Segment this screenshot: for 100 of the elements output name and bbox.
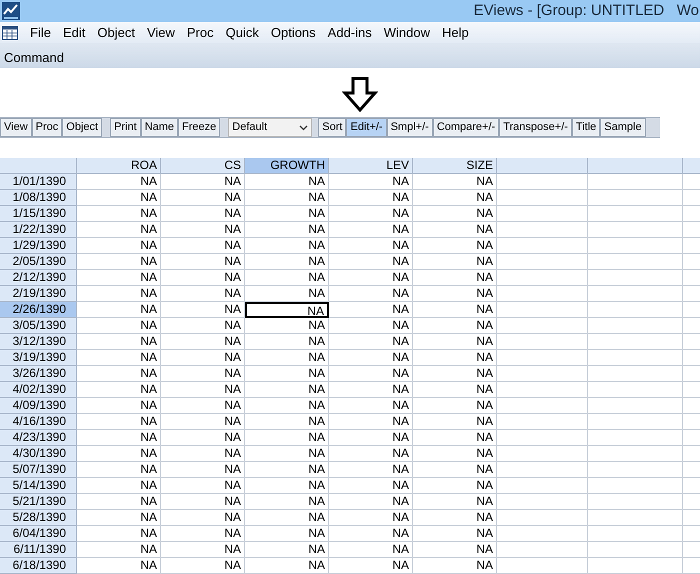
row-header[interactable]: 2/19/1390 <box>0 286 77 302</box>
menu-item[interactable]: File <box>24 22 57 42</box>
row-header[interactable]: 4/23/1390 <box>0 430 77 446</box>
table-cell: NA <box>413 318 497 334</box>
row-header[interactable]: 5/21/1390 <box>0 494 77 510</box>
toolbar-button[interactable]: Proc <box>32 118 62 137</box>
row-header[interactable]: 1/08/1390 <box>0 190 77 206</box>
table-cell: NA <box>329 238 413 254</box>
table-cell: NA <box>329 446 413 462</box>
menu-item[interactable]: Proc <box>180 22 220 42</box>
column-header[interactable] <box>497 158 588 174</box>
table-cell: NA <box>245 270 329 286</box>
row-header[interactable]: 6/18/1390 <box>0 558 77 574</box>
menu-item[interactable]: View <box>140 22 181 42</box>
table-cell: NA <box>77 206 161 222</box>
table-cell: NA <box>245 414 329 430</box>
menu-item[interactable]: Add-ins <box>322 22 378 42</box>
row-header[interactable]: 1/29/1390 <box>0 238 77 254</box>
menu-item[interactable]: Object <box>91 22 141 42</box>
table-cell: NA <box>329 190 413 206</box>
menu-item[interactable]: Edit <box>56 22 92 42</box>
row-header[interactable]: 3/26/1390 <box>0 366 77 382</box>
row-header[interactable]: 3/19/1390 <box>0 350 77 366</box>
table-cell: NA <box>245 446 329 462</box>
menu-item[interactable]: Quick <box>220 22 265 42</box>
row-header[interactable]: 1/15/1390 <box>0 206 77 222</box>
table-cell: NA <box>77 478 161 494</box>
menu-item[interactable]: Help <box>436 22 475 42</box>
spreadsheet-icon[interactable] <box>2 26 18 40</box>
row-header[interactable]: 4/02/1390 <box>0 382 77 398</box>
table-cell: NA <box>77 222 161 238</box>
column-header[interactable]: ROA <box>77 158 161 174</box>
table-cell: NA <box>413 350 497 366</box>
toolbar-button[interactable]: Title <box>572 118 600 137</box>
style-dropdown[interactable]: Default <box>228 118 312 137</box>
toolbar-button[interactable]: Print <box>110 118 141 137</box>
table-cell: NA <box>161 446 245 462</box>
toolbar-button[interactable]: Name <box>140 118 178 137</box>
table-cell: NA <box>413 190 497 206</box>
row-header[interactable]: 5/14/1390 <box>0 478 77 494</box>
toolbar-button[interactable]: Compare+/- <box>432 118 500 137</box>
table-cell: NA <box>413 494 497 510</box>
row-header[interactable]: 1/22/1390 <box>0 222 77 238</box>
toolbar-button[interactable]: Sort <box>318 118 346 137</box>
toolbar-button[interactable]: Sample <box>600 118 646 137</box>
table-cell: NA <box>329 334 413 350</box>
table-cell: NA <box>329 254 413 270</box>
row-header[interactable]: 2/05/1390 <box>0 254 77 270</box>
table-cell: NA <box>413 222 497 238</box>
row-header[interactable]: 2/12/1390 <box>0 270 77 286</box>
table-cell: NA <box>77 366 161 382</box>
table-cell: NA <box>413 430 497 446</box>
table-cell: NA <box>77 398 161 414</box>
column-header[interactable] <box>588 158 683 174</box>
table-cell: NA <box>413 334 497 350</box>
table-cell: NA <box>245 366 329 382</box>
table-cell: NA <box>77 430 161 446</box>
toolbar-button[interactable]: Transpose+/- <box>499 118 572 137</box>
table-cell: NA <box>161 478 245 494</box>
column-header[interactable]: CS <box>161 158 245 174</box>
row-header[interactable]: 1/01/1390 <box>0 174 77 190</box>
table-cell: NA <box>161 318 245 334</box>
row-header[interactable]: 3/12/1390 <box>0 334 77 350</box>
row-header[interactable]: 4/16/1390 <box>0 414 77 430</box>
table-cell: NA <box>77 494 161 510</box>
row-header[interactable]: 5/07/1390 <box>0 462 77 478</box>
table-cell: NA <box>161 302 245 318</box>
toolbar-button[interactable]: Object <box>62 118 102 137</box>
column-header[interactable]: LEV <box>329 158 413 174</box>
table-cell: NA <box>77 446 161 462</box>
menu-item[interactable]: Window <box>378 22 436 42</box>
table-cell: NA <box>413 238 497 254</box>
row-header[interactable]: 2/26/1390 <box>0 302 77 318</box>
row-header[interactable]: 6/11/1390 <box>0 542 77 558</box>
column-header[interactable]: SIZE <box>413 158 497 174</box>
column-header[interactable]: GROWTH <box>245 158 329 174</box>
table-cell: NA <box>329 270 413 286</box>
toolbar-button[interactable]: Freeze <box>178 118 220 137</box>
toolbar-button[interactable]: Edit+/- <box>346 118 387 137</box>
table-cell: NA <box>161 286 245 302</box>
table-cell: NA <box>329 350 413 366</box>
toolbar-button[interactable]: View <box>0 118 32 137</box>
table-cell: NA <box>329 206 413 222</box>
table-cell: NA <box>329 526 413 542</box>
menu-item[interactable]: Options <box>264 22 322 42</box>
table-cell: NA <box>329 494 413 510</box>
table-cell: NA <box>413 510 497 526</box>
table-cell: NA <box>245 190 329 206</box>
table-cell: NA <box>413 302 497 318</box>
table-cell: NA <box>161 222 245 238</box>
row-header[interactable]: 6/04/1390 <box>0 526 77 542</box>
table-cell: NA <box>161 526 245 542</box>
row-header[interactable]: 4/09/1390 <box>0 398 77 414</box>
table-cell: NA <box>161 350 245 366</box>
row-header[interactable]: 5/28/1390 <box>0 510 77 526</box>
row-header[interactable]: 4/30/1390 <box>0 446 77 462</box>
table-cell: NA <box>161 462 245 478</box>
toolbar-button[interactable]: Smpl+/- <box>386 118 433 137</box>
row-header[interactable]: 3/05/1390 <box>0 318 77 334</box>
table-cell: NA <box>77 190 161 206</box>
